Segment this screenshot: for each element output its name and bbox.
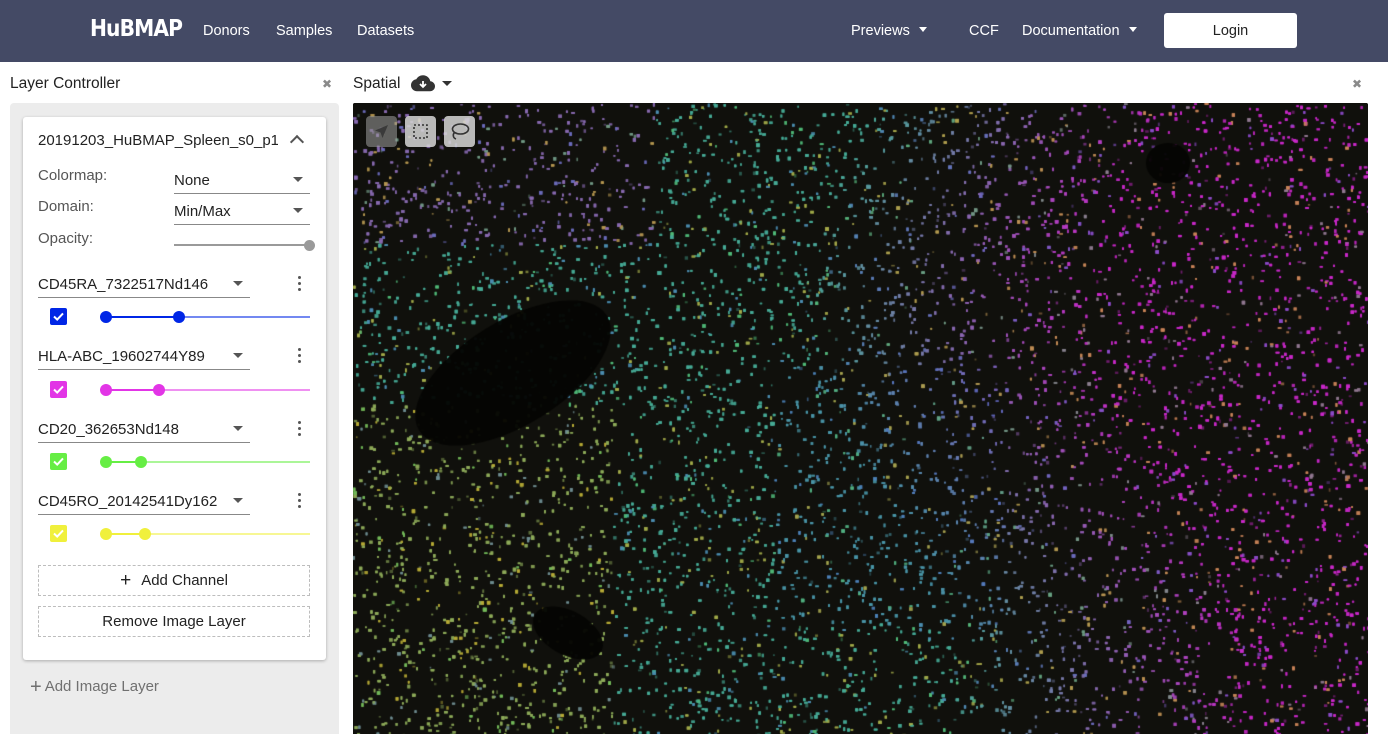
- rectangle-select-icon: [413, 124, 428, 139]
- lasso-select-tool-button[interactable]: [444, 116, 475, 147]
- channel-options-icon[interactable]: [298, 348, 302, 364]
- add-channel-button[interactable]: + Add Channel: [38, 565, 310, 596]
- colormap-value: None: [174, 172, 210, 189]
- channel-slider-min-thumb-1[interactable]: [100, 384, 112, 396]
- add-image-layer-label: Add Image Layer: [44, 678, 159, 695]
- nav-previews-label: Previews: [851, 23, 910, 39]
- plus-icon: +: [120, 570, 132, 591]
- domain-label: Domain:: [38, 198, 94, 215]
- dropdown-arrow-icon: [293, 208, 303, 213]
- colormap-select[interactable]: None: [174, 167, 310, 194]
- colormap-label: Colormap:: [38, 167, 108, 184]
- nav-previews[interactable]: Previews: [851, 20, 927, 42]
- close-layer-controller-icon[interactable]: ✖: [322, 78, 332, 90]
- channel-checkbox-3[interactable]: [50, 525, 67, 542]
- opacity-slider-track[interactable]: [174, 244, 309, 246]
- lasso-select-icon: [451, 123, 470, 140]
- top-navbar: HuBMAP Donors Samples Datasets Previews …: [0, 0, 1388, 62]
- channel-options-icon[interactable]: [298, 493, 302, 509]
- channel-slider-range-1: [106, 389, 160, 391]
- channel-name: CD45RO_20142541Dy162: [38, 493, 218, 510]
- channel-slider-max-thumb-1[interactable]: [153, 384, 166, 396]
- dropdown-arrow-icon: [233, 353, 243, 358]
- opacity-slider-thumb[interactable]: [304, 240, 315, 251]
- nav-documentation[interactable]: Documentation: [1022, 20, 1137, 42]
- channel-select-0[interactable]: CD45RA_7322517Nd146: [38, 271, 250, 298]
- hubmap-logo[interactable]: HuBMAP: [90, 14, 183, 44]
- channel-slider-max-thumb-2[interactable]: [134, 456, 147, 468]
- close-spatial-icon[interactable]: ✖: [1352, 78, 1362, 90]
- channel-name: HLA-ABC_19602744Y89: [38, 348, 205, 365]
- caret-down-icon: [918, 27, 927, 32]
- channel-slider-min-thumb-0[interactable]: [100, 311, 112, 323]
- channel-select-2[interactable]: CD20_362653Nd148: [38, 416, 250, 443]
- nav-datasets[interactable]: Datasets: [357, 20, 414, 42]
- layer-controller-title: Layer Controller: [10, 75, 121, 92]
- channel-slider-range-0: [106, 316, 180, 318]
- channel-name: CD45RA_7322517Nd146: [38, 276, 209, 293]
- channel-slider-min-thumb-3[interactable]: [100, 528, 112, 540]
- tissue-image[interactable]: [353, 103, 1368, 734]
- dropdown-arrow-icon: [233, 281, 243, 286]
- layer-name: 20191203_HuBMAP_Spleen_s0_p1: [38, 132, 278, 149]
- channel-select-3[interactable]: CD45RO_20142541Dy162: [38, 488, 250, 515]
- spatial-title: Spatial: [353, 75, 401, 92]
- image-layer-card: 20191203_HuBMAP_Spleen_s0_p1 Colormap: N…: [23, 117, 326, 660]
- navigation-arrow-icon: [375, 125, 388, 138]
- nav-donors[interactable]: Donors: [203, 20, 250, 42]
- add-image-layer-button[interactable]: + Add Image Layer: [30, 676, 159, 699]
- login-button[interactable]: Login: [1164, 13, 1297, 48]
- dropdown-arrow-icon: [233, 426, 243, 431]
- cloud-download-icon[interactable]: [411, 74, 435, 92]
- spatial-viewer[interactable]: [353, 103, 1368, 734]
- caret-down-icon: [1128, 27, 1137, 32]
- channel-checkbox-2[interactable]: [50, 453, 67, 470]
- spatial-menu-caret-icon[interactable]: [442, 81, 452, 86]
- channel-name: CD20_362653Nd148: [38, 421, 179, 438]
- dropdown-arrow-icon: [293, 177, 303, 182]
- channel-select-1[interactable]: HLA-ABC_19602744Y89: [38, 343, 250, 370]
- nav-samples[interactable]: Samples: [276, 20, 332, 42]
- navigation-tool-button[interactable]: [366, 116, 397, 147]
- dropdown-arrow-icon: [233, 498, 243, 503]
- opacity-label: Opacity:: [38, 230, 94, 247]
- nav-ccf[interactable]: CCF: [969, 20, 999, 42]
- channel-options-icon[interactable]: [298, 276, 302, 292]
- channel-slider-max-thumb-0[interactable]: [173, 311, 186, 323]
- channel-checkbox-1[interactable]: [50, 381, 67, 398]
- rectangle-select-tool-button[interactable]: [405, 116, 436, 147]
- nav-documentation-label: Documentation: [1022, 23, 1120, 39]
- channel-slider-max-thumb-3[interactable]: [138, 528, 151, 540]
- channel-options-icon[interactable]: [298, 421, 302, 437]
- channel-slider-min-thumb-2[interactable]: [100, 456, 112, 468]
- remove-image-layer-button[interactable]: Remove Image Layer: [38, 606, 310, 637]
- collapse-chevron-icon[interactable]: [289, 134, 305, 150]
- domain-value: Min/Max: [174, 203, 231, 220]
- add-channel-label: Add Channel: [141, 572, 228, 589]
- channel-checkbox-0[interactable]: [50, 308, 67, 325]
- plus-icon: +: [30, 676, 42, 698]
- domain-select[interactable]: Min/Max: [174, 198, 310, 225]
